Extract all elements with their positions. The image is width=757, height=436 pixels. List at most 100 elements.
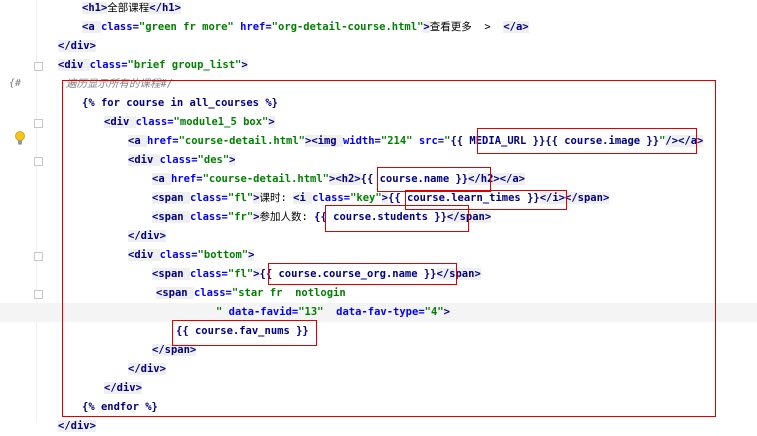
code-line[interactable]: </div> bbox=[0, 417, 757, 436]
code-token: class= bbox=[189, 192, 228, 204]
code-token: </a> bbox=[678, 135, 704, 147]
code-line-text: <div class="brief group_list"> bbox=[58, 56, 248, 75]
code-line-text: <span class="star fr notlogin bbox=[156, 284, 346, 303]
code-line-text: " data-favid="13" data-fav-type="4"> bbox=[216, 303, 450, 322]
code-token: </div> bbox=[58, 40, 96, 52]
code-line[interactable]: <div class="brief group_list"> bbox=[0, 56, 757, 75]
code-line[interactable]: <div class="module1_5 box"> bbox=[0, 113, 757, 132]
code-token: class= bbox=[159, 154, 198, 166]
code-line-text: </div> bbox=[58, 417, 96, 436]
code-line-text: <a class="green fr more" href="org-detai… bbox=[82, 18, 529, 37]
code-token: {{ course.name }} bbox=[360, 173, 469, 185]
code-line-text: </span> bbox=[152, 341, 197, 360]
code-token: <div bbox=[104, 116, 136, 128]
code-line-text: <a href="course-detail.html"><h2>{{ cour… bbox=[152, 170, 526, 189]
code-line[interactable]: <span class="star fr notlogin bbox=[0, 284, 757, 303]
code-token: <h2> bbox=[335, 173, 361, 185]
fold-marker-icon[interactable] bbox=[34, 290, 43, 299]
code-token: </span> bbox=[446, 211, 492, 223]
code-line-text: </div> bbox=[128, 227, 166, 246]
code-token: class= bbox=[89, 59, 128, 71]
code-token: "des" bbox=[197, 154, 230, 166]
code-line[interactable]: {{ course.fav_nums }} bbox=[0, 322, 757, 341]
code-line-text: <div class="module1_5 box"> bbox=[104, 113, 275, 132]
fold-marker-icon[interactable] bbox=[34, 252, 43, 261]
fold-marker-icon[interactable] bbox=[34, 157, 43, 166]
code-line-text: {{ course.fav_nums }} bbox=[176, 322, 309, 341]
code-token: <span bbox=[152, 192, 190, 204]
code-line[interactable]: {% endfor %} bbox=[0, 398, 757, 417]
code-token: class= bbox=[135, 116, 174, 128]
code-line-text: <a href="course-detail.html"><img width=… bbox=[128, 132, 704, 151]
code-token: href= bbox=[146, 135, 179, 147]
code-line-text: <div class="bottom"> bbox=[128, 246, 255, 265]
code-line[interactable]: </div> bbox=[0, 379, 757, 398]
code-token: <img bbox=[311, 135, 343, 147]
code-token: <div bbox=[128, 154, 160, 166]
code-line[interactable]: <a class="green fr more" href="org-detai… bbox=[0, 18, 757, 37]
code-token: {% endfor %} bbox=[82, 401, 158, 413]
code-line-text: {% endfor %} bbox=[82, 398, 158, 417]
code-token: "star fr notlogin bbox=[231, 287, 346, 299]
code-line[interactable]: </div> bbox=[0, 227, 757, 246]
code-token: href= bbox=[240, 21, 272, 33]
code-line-text: </div> bbox=[128, 360, 166, 379]
code-line-text: <h1>全部课程</h1> bbox=[82, 0, 181, 18]
code-token: href= bbox=[170, 173, 203, 185]
code-token: {{ course.course_org.name }} bbox=[259, 268, 437, 280]
code-line[interactable]: 遍历显示所有的课程#/ bbox=[0, 75, 757, 94]
code-token: 查看更多 > bbox=[429, 21, 504, 33]
code-token: <a bbox=[128, 135, 147, 147]
code-token: "13" bbox=[298, 306, 337, 318]
code-line-text: </div> bbox=[104, 379, 142, 398]
code-token: <a bbox=[152, 173, 171, 185]
code-line[interactable]: <span class="fl">{{ course.course_org.na… bbox=[0, 265, 757, 284]
code-token: </h2> bbox=[468, 173, 500, 185]
code-line[interactable]: " data-favid="13" data-fav-type="4"> bbox=[0, 303, 757, 322]
code-token: width= bbox=[342, 135, 381, 147]
fold-marker-icon[interactable] bbox=[34, 119, 43, 128]
code-token: </a> bbox=[499, 173, 526, 185]
code-token: "fl" bbox=[227, 268, 254, 280]
code-token: src= bbox=[418, 135, 445, 147]
code-token: "4" bbox=[424, 306, 444, 318]
code-line[interactable]: <div class="bottom"> bbox=[0, 246, 757, 265]
code-token: class= bbox=[189, 268, 228, 280]
code-token: <i bbox=[293, 192, 313, 204]
code-line[interactable]: <div class="des"> bbox=[0, 151, 757, 170]
code-token: {{ course.learn_times }} bbox=[388, 192, 540, 204]
code-token: "fr" bbox=[227, 211, 254, 223]
code-token: </div> bbox=[104, 382, 142, 394]
code-token: </span> bbox=[436, 268, 481, 280]
code-line[interactable]: <a href="course-detail.html"><h2>{{ cour… bbox=[0, 170, 757, 189]
code-token: data-favid= bbox=[228, 306, 299, 318]
code-line-text: {% for course in all_courses %} bbox=[82, 94, 278, 113]
code-line-text: <span class="fr">参加人数: {{ course.student… bbox=[152, 208, 492, 227]
code-line-text: </div> bbox=[58, 37, 96, 56]
code-line-text: <span class="fl">{{ course.course_org.na… bbox=[152, 265, 481, 284]
code-token: <span bbox=[156, 287, 194, 299]
code-token: > bbox=[248, 249, 255, 261]
code-line[interactable]: {% for course in all_courses %} bbox=[0, 94, 757, 113]
code-line[interactable]: <span class="fl">课时: <i class="key">{{ c… bbox=[0, 189, 757, 208]
code-line[interactable]: <span class="fr">参加人数: {{ course.student… bbox=[0, 208, 757, 227]
fold-marker-icon[interactable] bbox=[34, 62, 43, 71]
code-token: > bbox=[229, 154, 236, 166]
code-token: "key" bbox=[350, 192, 382, 204]
code-line[interactable]: <a href="course-detail.html"><img width=… bbox=[0, 132, 757, 151]
code-token: "course-detail.html" bbox=[202, 173, 330, 185]
code-line[interactable]: </span> bbox=[0, 341, 757, 360]
code-token: </span> bbox=[565, 192, 610, 204]
code-line[interactable]: <h1>全部课程</h1> bbox=[0, 0, 757, 18]
code-token: {{ course.fav_nums }} bbox=[176, 325, 309, 337]
code-token: <h1> bbox=[82, 2, 108, 14]
code-token: </div> bbox=[58, 420, 96, 432]
code-line[interactable]: </div> bbox=[0, 37, 757, 56]
code-token: "bottom" bbox=[197, 249, 249, 261]
code-line-text: 遍历显示所有的课程#/ bbox=[66, 75, 173, 94]
code-token: "module1_5 box" bbox=[173, 116, 269, 128]
code-line[interactable]: </div> bbox=[0, 360, 757, 379]
code-token: 全部课程 bbox=[107, 2, 150, 14]
code-token: "fl" bbox=[227, 192, 254, 204]
code-token: {{ course.students }} bbox=[314, 211, 447, 223]
